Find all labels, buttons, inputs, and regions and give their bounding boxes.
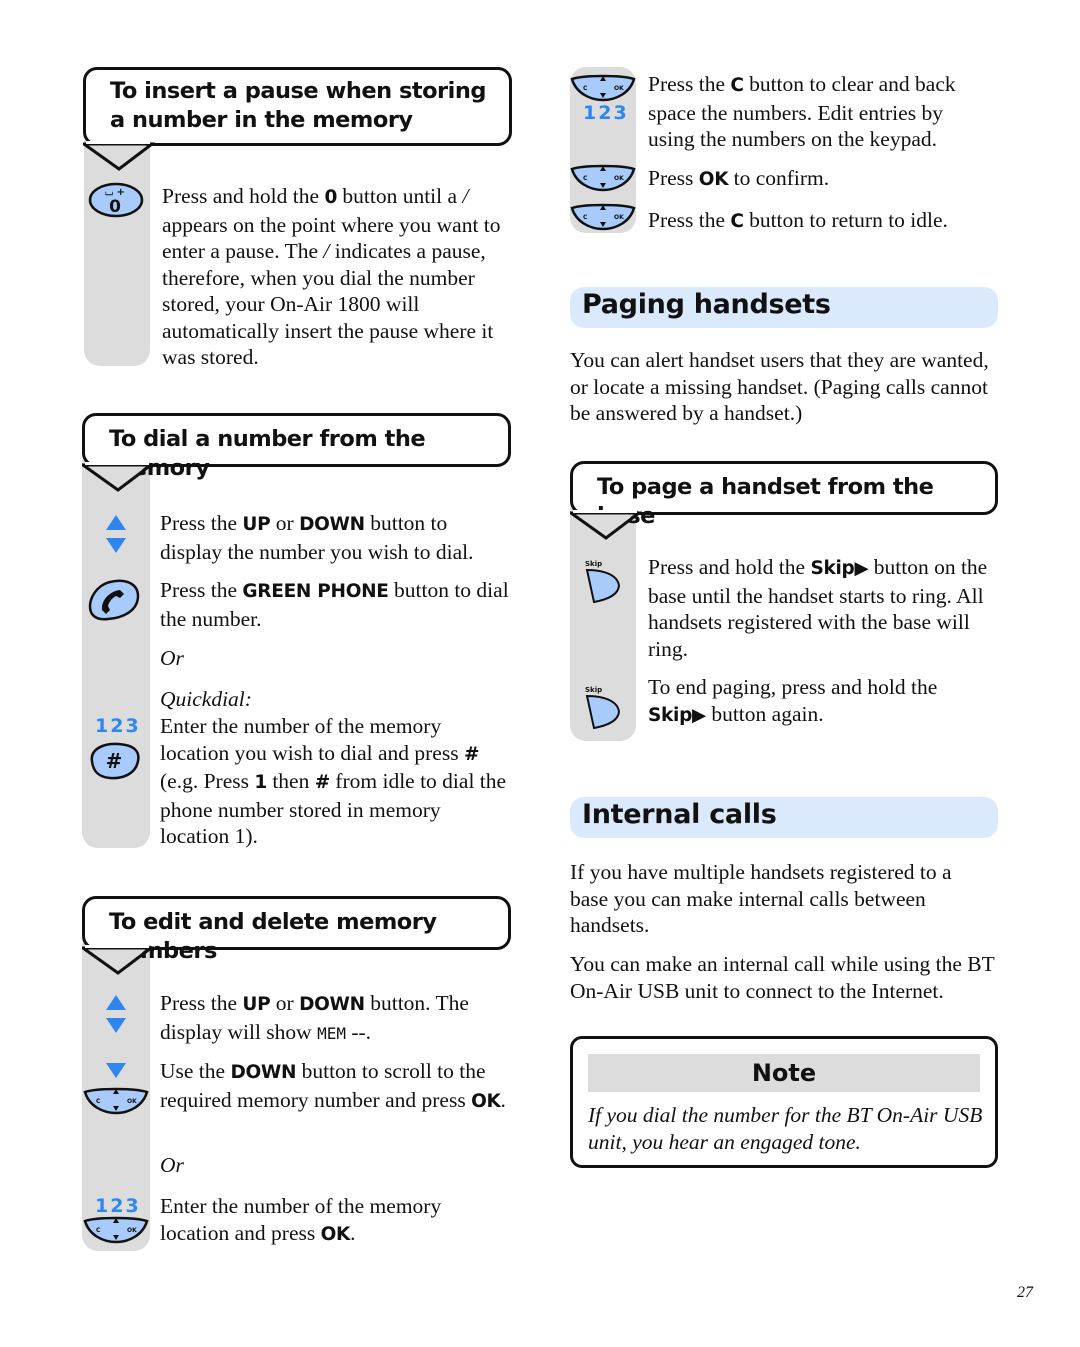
nav-key-icon: C OK: [83, 1216, 149, 1244]
section-heading-paging: Paging handsets: [570, 287, 998, 328]
callout-edit: To edit and delete memory numbers: [82, 896, 511, 964]
edit-step-confirm: Press OK to confirm.: [648, 166, 830, 190]
keypad-numbers-icon: 123: [95, 1195, 141, 1217]
note-text: If you dial the number for the BT On-Air…: [588, 1103, 983, 1154]
svg-text:OK: OK: [127, 1098, 137, 1105]
svg-text:C: C: [583, 214, 588, 221]
internal-para-1: If you have multiple handsets registered…: [570, 860, 952, 937]
keypad-numbers-icon: 123: [95, 715, 141, 737]
hash-key-icon: #: [90, 742, 140, 780]
svg-text:OK: OK: [614, 214, 624, 221]
green-phone-icon: [88, 579, 140, 621]
zero-key-icon: ⌴ + 0: [88, 182, 144, 218]
paging-step-start: Press and hold the Skip▶ button on the b…: [648, 555, 988, 661]
svg-text:OK: OK: [127, 1227, 137, 1234]
svg-text:C: C: [583, 175, 588, 182]
svg-text:C: C: [96, 1227, 101, 1234]
internal-para-2: You can make an internal call while usin…: [570, 952, 995, 1003]
note-box: Note If you dial the number for the BT O…: [570, 1036, 998, 1168]
page-number: 27: [1017, 1284, 1033, 1301]
nav-key-icon: C OK: [83, 1087, 149, 1115]
up-down-arrows-icon: [106, 995, 126, 1033]
or-label: Or: [160, 646, 184, 670]
svg-text:OK: OK: [614, 85, 624, 92]
callout-title: To edit and delete memory numbers: [109, 909, 437, 964]
keypad-numbers-icon: 123: [583, 102, 629, 124]
paging-step-end: To end paging, press and hold the Skip▶ …: [648, 675, 938, 726]
callout-title: To page a handset from the base: [597, 474, 934, 529]
edit-step-updown: Press the UP or DOWN button. The display…: [160, 991, 469, 1044]
svg-text:Skip: Skip: [585, 686, 602, 694]
dial-step-phone: Press the GREEN PHONE button to dial the…: [160, 578, 509, 631]
callout-page-handset: To page a handset from the base: [570, 461, 998, 529]
edit-step-clear: Press the C button to clear and back spa…: [648, 72, 956, 151]
edit-step-down: Use the DOWN button to scroll to the req…: [160, 1059, 506, 1112]
dial-step-quickdial: Enter the number of the memory location …: [160, 714, 507, 848]
callout-title: To insert a pause when storing a number …: [110, 78, 486, 133]
note-title: Note: [588, 1054, 980, 1092]
skip-button-icon: Skip: [585, 686, 621, 730]
callout-pointer: [83, 141, 155, 171]
pause-instructions: Press and hold the 0 button until a / ap…: [162, 184, 501, 369]
svg-text:Skip: Skip: [585, 560, 602, 568]
down-arrow-icon: [106, 1063, 126, 1078]
nav-key-icon: C OK: [570, 74, 636, 102]
svg-text:0: 0: [109, 197, 121, 217]
dial-step-updown: Press the UP or DOWN button to display t…: [160, 511, 474, 564]
callout-pointer: [82, 462, 154, 492]
paging-intro: You can alert handset users that they ar…: [570, 348, 989, 425]
callout-dial: To dial a number from the memory: [82, 413, 511, 481]
callout-pointer: [570, 510, 642, 540]
svg-text:#: #: [106, 749, 123, 773]
edit-step-enter: Enter the number of the memory location …: [160, 1194, 442, 1245]
svg-text:C: C: [583, 85, 588, 92]
callout-pause: To insert a pause when storing a number …: [83, 67, 512, 146]
callout-title: To dial a number from the memory: [109, 426, 426, 481]
skip-button-icon: Skip: [585, 560, 621, 604]
nav-key-icon: C OK: [570, 164, 636, 192]
callout-pointer: [82, 945, 154, 975]
quickdial-label: Quickdial:: [160, 687, 252, 711]
edit-step-idle: Press the C button to return to idle.: [648, 208, 948, 232]
section-heading-internal: Internal calls: [570, 797, 998, 838]
or-label: Or: [160, 1153, 184, 1177]
nav-key-icon: C OK: [570, 203, 636, 231]
up-down-arrows-icon: [106, 515, 126, 553]
svg-text:C: C: [96, 1098, 101, 1105]
svg-text:OK: OK: [614, 175, 624, 182]
